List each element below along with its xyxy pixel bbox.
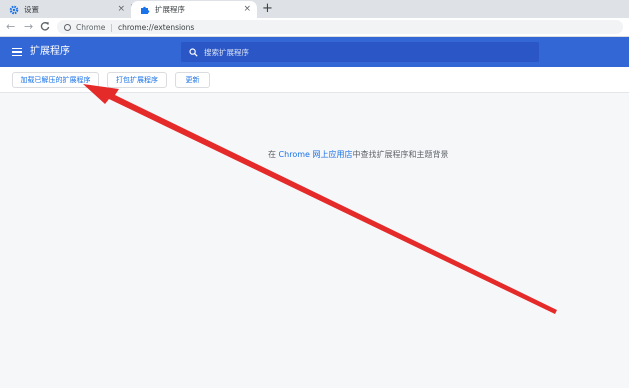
annotation-arrow [83, 84, 557, 314]
